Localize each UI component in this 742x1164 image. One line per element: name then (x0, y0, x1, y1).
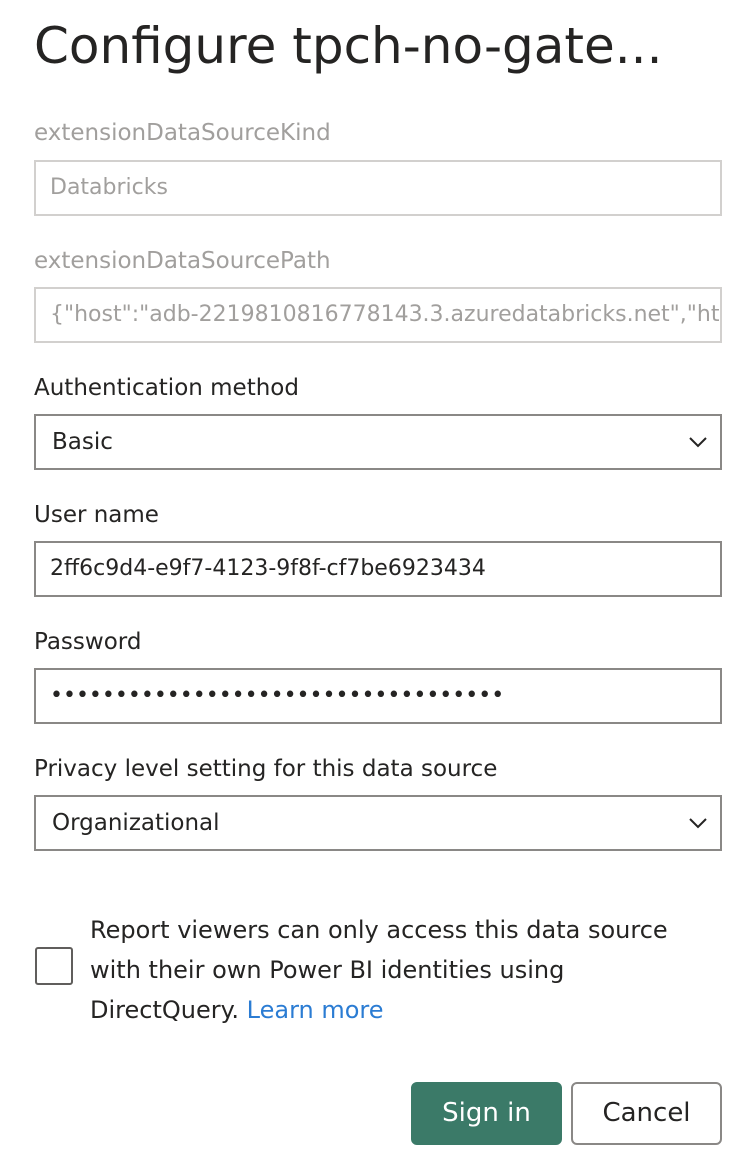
username-label: User name (34, 502, 159, 528)
chevron-down-icon (689, 437, 707, 448)
auth-method-dropdown[interactable]: Basic (34, 414, 722, 470)
privacy-level-value: Organizational (52, 810, 220, 836)
privacy-level-label: Privacy level setting for this data sour… (34, 756, 498, 782)
learn-more-link[interactable]: Learn more (247, 996, 384, 1024)
username-field[interactable]: 2ff6c9d4-e9f7-4123-9f8f-cf7be6923434 (34, 541, 722, 597)
path-field: {"host":"adb-2219810816778143.3.azuredat… (34, 287, 722, 343)
password-label: Password (34, 629, 142, 655)
dialog-title: Configure tpch-no-gate... (34, 17, 663, 75)
privacy-level-dropdown[interactable]: Organizational (34, 795, 722, 851)
sign-in-button[interactable]: Sign in (411, 1082, 562, 1145)
kind-field: Databricks (34, 160, 722, 216)
auth-method-value: Basic (52, 429, 113, 455)
password-field[interactable]: ••••••••••••••••••••••••••••••••••• (34, 668, 722, 724)
chevron-down-icon (689, 818, 707, 829)
kind-label: extensionDataSourceKind (34, 120, 331, 146)
report-viewers-checkbox[interactable] (35, 947, 73, 985)
report-viewers-text: Report viewers can only access this data… (90, 910, 690, 1030)
cancel-button[interactable]: Cancel (571, 1082, 722, 1145)
auth-method-label: Authentication method (34, 375, 299, 401)
path-label: extensionDataSourcePath (34, 248, 331, 274)
configure-datasource-dialog: Configure tpch-no-gate... extensionDataS… (0, 0, 742, 1164)
